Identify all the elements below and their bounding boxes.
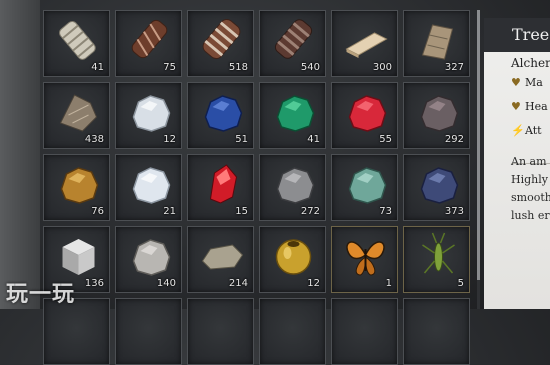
item-subtitle: Alcher <box>511 56 550 70</box>
inventory-slot[interactable]: 540 <box>259 10 326 77</box>
item-quantity: 21 <box>163 206 176 217</box>
inventory-slot[interactable]: 76 <box>43 154 110 221</box>
item-quantity: 327 <box>444 62 464 73</box>
heart-icon: ♥ <box>511 100 521 113</box>
inventory-slot[interactable]: 292 <box>403 82 470 149</box>
item-quantity: 438 <box>84 134 104 145</box>
inventory-slot[interactable]: 21 <box>115 154 182 221</box>
item-quantity: 140 <box>156 278 176 289</box>
item-detail-panel: Tree Alcher ♥ Ma ♥ Hea ⚡Att An am Highly s… <box>484 18 550 309</box>
inventory-slot[interactable]: 55 <box>331 82 398 149</box>
inventory-slot[interactable]: 272 <box>259 154 326 221</box>
inventory-slot[interactable]: 140 <box>115 226 182 293</box>
item-quantity: 214 <box>228 278 248 289</box>
item-quantity: 73 <box>379 206 392 217</box>
inventory-slot[interactable]: 75 <box>115 10 182 77</box>
item-quantity: 272 <box>300 206 320 217</box>
inventory-slot-empty[interactable] <box>331 298 398 365</box>
item-quantity: 12 <box>163 134 176 145</box>
scrollbar-thumb[interactable] <box>477 10 480 280</box>
watermark-logo: 玩一玩 <box>6 282 76 307</box>
inventory-slot[interactable]: 73 <box>331 154 398 221</box>
item-quantity: 41 <box>307 134 320 145</box>
item-quantity: 373 <box>444 206 464 217</box>
inventory-slot[interactable]: 12 <box>115 82 182 149</box>
description-line: smooth <box>511 191 550 204</box>
item-quantity: 136 <box>84 278 104 289</box>
stat-label: Hea <box>525 100 548 113</box>
inventory-slot[interactable]: 41 <box>259 82 326 149</box>
stat-label: Att <box>525 124 542 137</box>
inventory-slot-empty[interactable] <box>259 298 326 365</box>
inventory-slot[interactable]: 15 <box>187 154 254 221</box>
inventory-slot[interactable]: 41 <box>43 10 110 77</box>
inventory-slot-empty[interactable] <box>187 298 254 365</box>
inventory-slot[interactable]: 327 <box>403 10 470 77</box>
background-strip <box>0 0 40 309</box>
inventory-scrollbar[interactable] <box>477 10 480 309</box>
item-quantity: 300 <box>372 62 392 73</box>
item-quantity: 540 <box>300 62 320 73</box>
stat-row-3: ⚡Att <box>511 124 542 137</box>
item-quantity: 55 <box>379 134 392 145</box>
item-quantity: 76 <box>91 206 104 217</box>
item-quantity: 15 <box>235 206 248 217</box>
item-quantity: 292 <box>444 134 464 145</box>
inventory-slot[interactable]: 51 <box>187 82 254 149</box>
heart-icon: ♥ <box>511 76 521 89</box>
stat-row-1: ♥ Ma <box>511 76 543 89</box>
inventory-slot[interactable]: 438 <box>43 82 110 149</box>
item-quantity: 75 <box>163 62 176 73</box>
item-quantity: 5 <box>457 278 464 289</box>
item-quantity: 12 <box>307 278 320 289</box>
inventory-slot[interactable]: 1 <box>331 226 398 293</box>
stamina-icon: ⚡ <box>511 124 525 137</box>
inventory-grid: 41 75 518 540 300 327 438 12 51 41 55 292 76 21 15 272 7… <box>43 10 473 365</box>
inventory-slot[interactable]: 518 <box>187 10 254 77</box>
inventory-slot[interactable]: 300 <box>331 10 398 77</box>
stat-row-2: ♥ Hea <box>511 100 548 113</box>
inventory-slot[interactable]: 214 <box>187 226 254 293</box>
inventory-slot-empty[interactable] <box>115 298 182 365</box>
inventory-slot[interactable]: 12 <box>259 226 326 293</box>
description-line: Highly <box>511 173 548 186</box>
inventory-slot[interactable]: 5 <box>403 226 470 293</box>
stat-label: Ma <box>525 76 543 89</box>
inventory-slot-empty[interactable] <box>403 298 470 365</box>
item-quantity: 1 <box>385 278 392 289</box>
item-title: Tree <box>484 18 550 52</box>
description-line: lush er <box>511 209 550 222</box>
item-quantity: 51 <box>235 134 248 145</box>
item-quantity: 41 <box>91 62 104 73</box>
inventory-slot[interactable]: 373 <box>403 154 470 221</box>
description-line: An am <box>511 155 547 168</box>
inventory-slot-empty[interactable] <box>43 298 110 365</box>
item-quantity: 518 <box>228 62 248 73</box>
